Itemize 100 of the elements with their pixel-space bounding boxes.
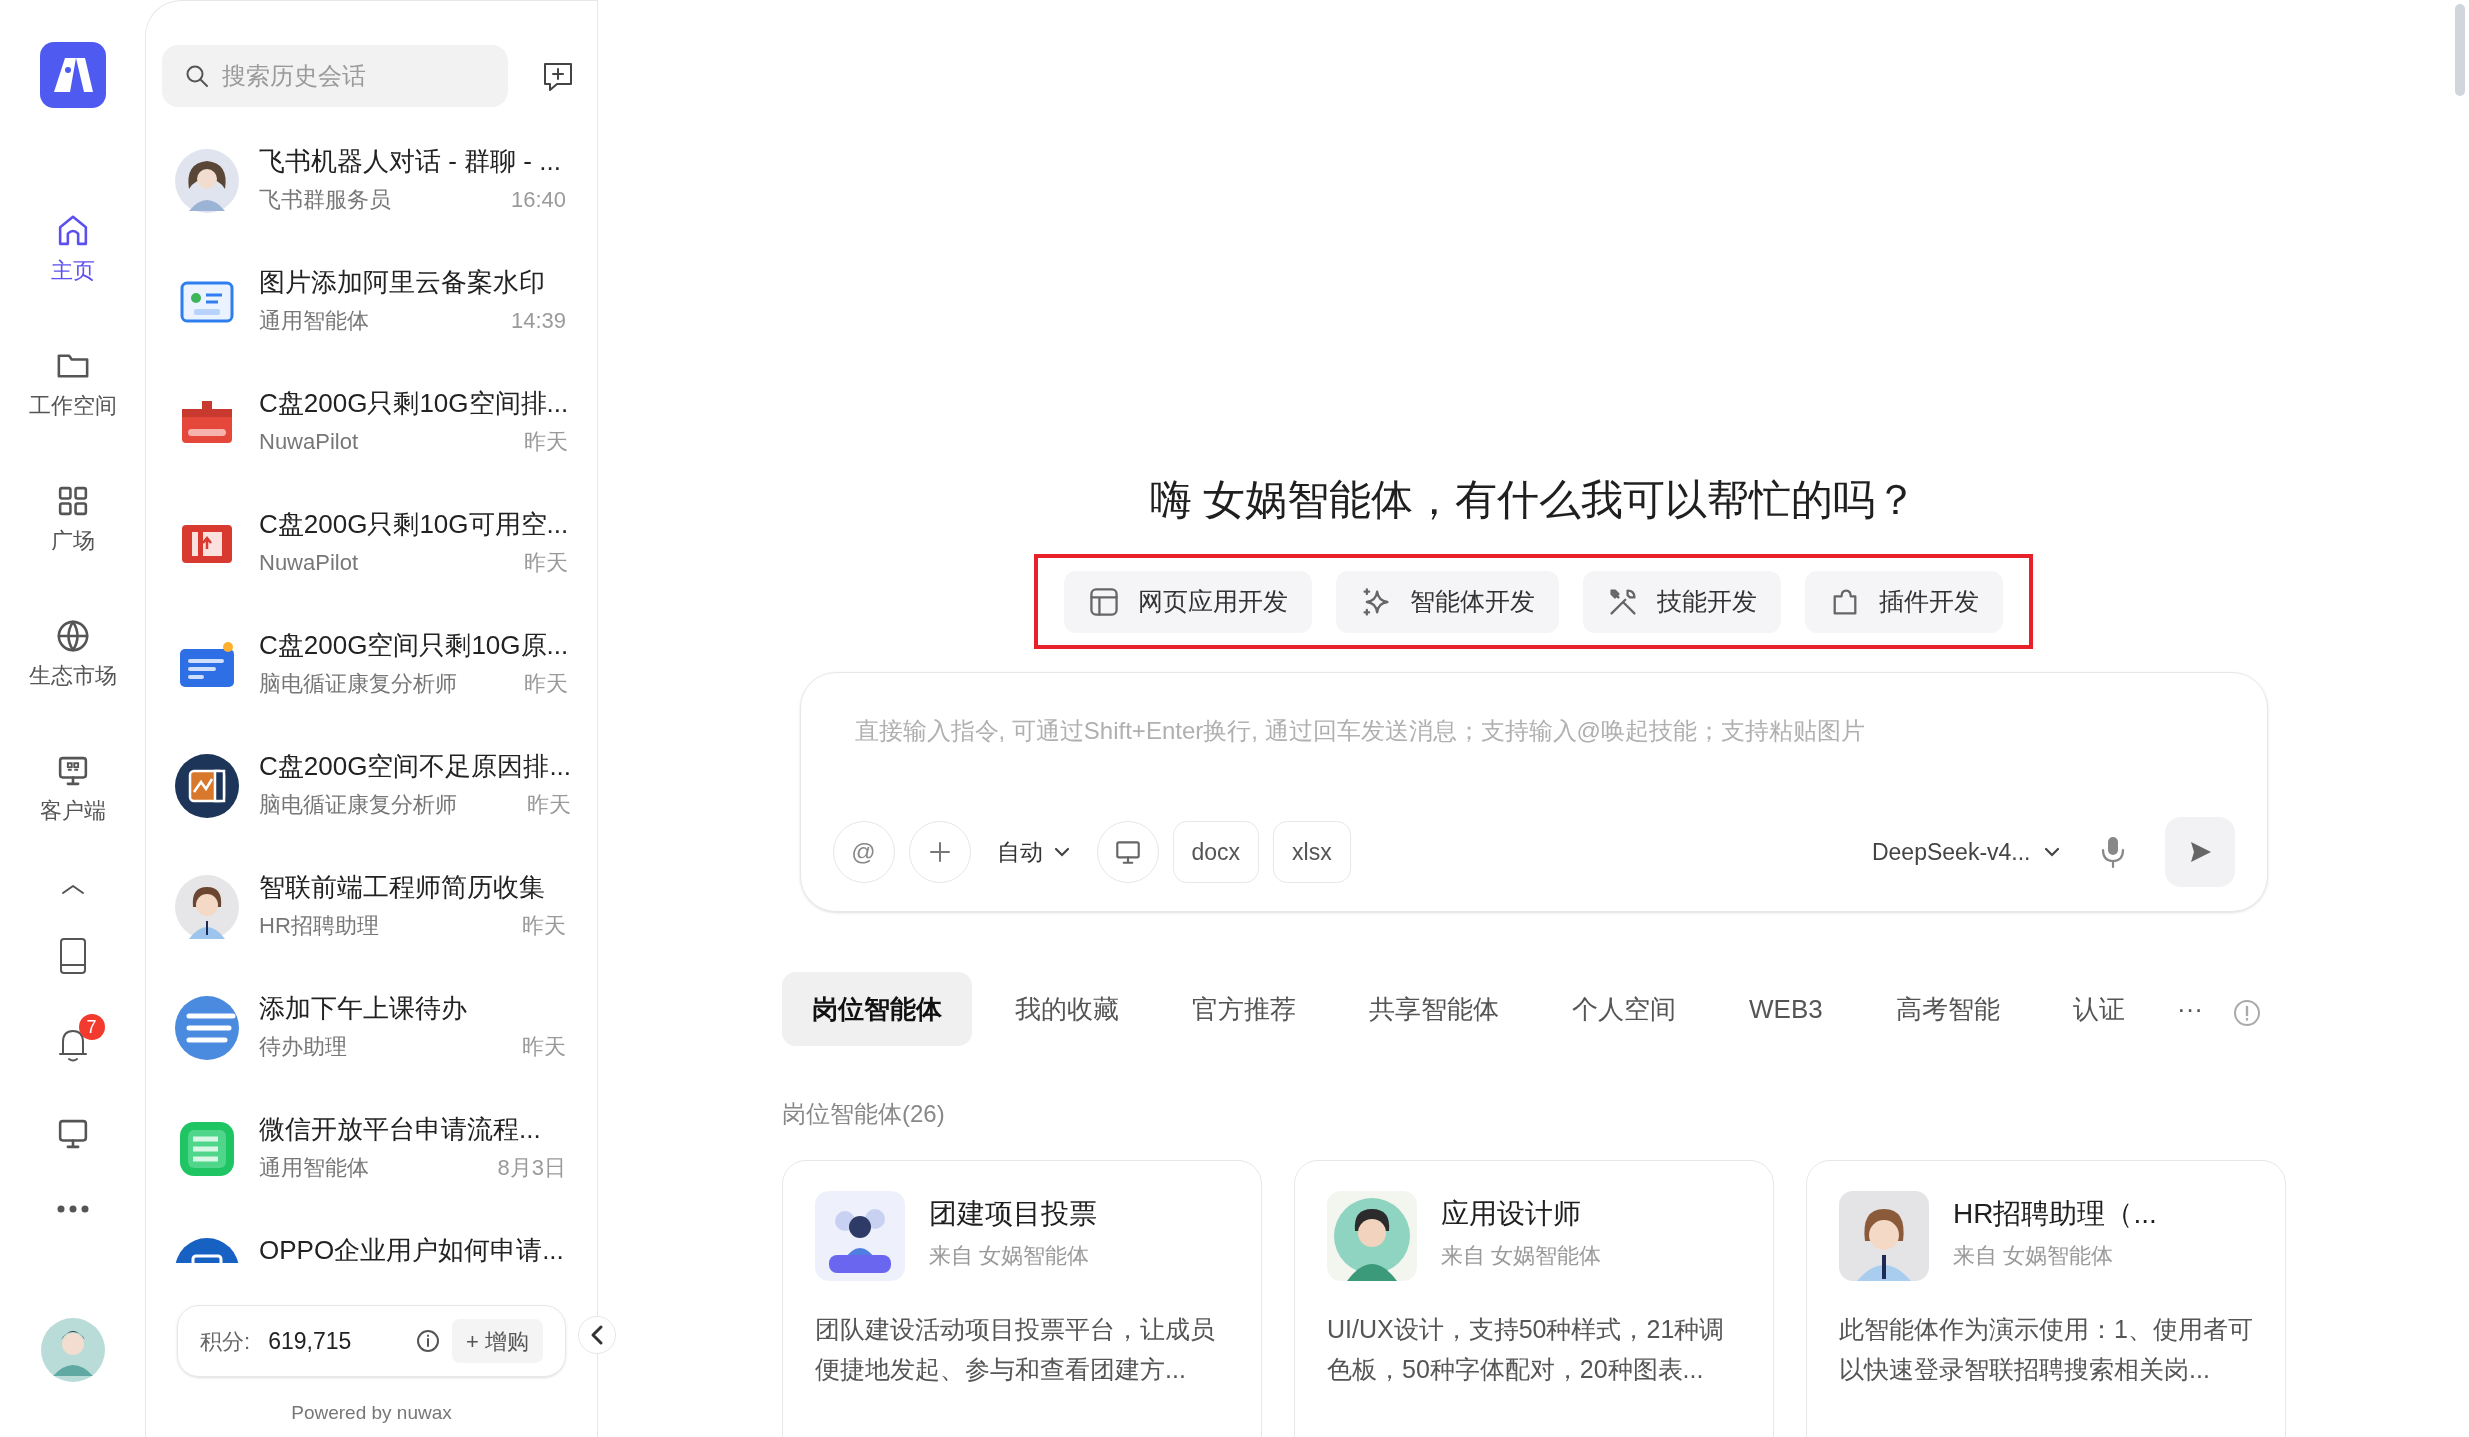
chat-title: C盘200G空间不足原因排... <box>259 750 572 783</box>
model-dropdown[interactable]: DeepSeek-v4... <box>1871 834 2061 870</box>
history-item[interactable]: 图片添加阿里云备案水印 通用智能体 14:39 <box>146 242 597 363</box>
quick-action-button[interactable]: 插件开发 <box>1805 570 2003 633</box>
history-item[interactable]: 微信开放平台申请流程... 通用智能体 8月3日 <box>146 1089 597 1210</box>
agent-card[interactable]: 应用设计师 来自 女娲智能体 UI/UX设计，支持50种样式，21种调色板，50种字体配对，20种图表... <box>1294 1160 1774 1437</box>
agent-source: 来自 女娲智能体 <box>1441 1242 1602 1270</box>
section-title: 岗位智能体(26) <box>782 1099 946 1129</box>
chat-time: 昨天 <box>522 1033 566 1061</box>
chat-time: 昨天 <box>524 549 569 577</box>
chat-time: 14:39 <box>510 307 566 335</box>
nav-item[interactable]: 生态市场 <box>12 586 133 721</box>
chat-title: C盘200G只剩10G可用空... <box>259 508 569 541</box>
chat-time: 昨天 <box>524 670 569 698</box>
category-tab[interactable]: 认证 <box>2042 972 2155 1046</box>
file-type-chip[interactable]: xlsx <box>1273 821 1351 883</box>
layout-icon <box>1088 585 1120 618</box>
chat-title: 智联前端工程师简历收集 <box>259 871 546 904</box>
chat-title: 图片添加阿里云备案水印 <box>259 266 546 299</box>
agent-name: 通用智能体 <box>259 307 369 335</box>
chat-time: 昨天 <box>522 912 566 940</box>
category-tab[interactable]: 高考智能 <box>1865 972 2030 1046</box>
history-item[interactable]: C盘200G空间不足原因排... 脑电循证康复分析师 昨天 <box>146 726 597 847</box>
file-type-chip[interactable]: docx <box>1172 821 1260 883</box>
chart-icon <box>175 754 239 818</box>
chat-title: C盘200G只剩10G空间排... <box>259 387 569 420</box>
category-tab[interactable]: 岗位智能体 <box>782 972 972 1046</box>
agent-name: 脑电循证康复分析师 <box>259 791 457 819</box>
category-tab[interactable]: 个人空间 <box>1542 972 1706 1046</box>
agent-source: 来自 女娲智能体 <box>1953 1242 2115 1270</box>
card-icon <box>180 523 234 565</box>
avatar-icon <box>175 875 239 939</box>
nav-item[interactable]: 广场 <box>12 451 133 586</box>
avatar-icon[interactable] <box>40 1318 105 1382</box>
chat-title: C盘200G空间只剩10G原... <box>259 629 569 662</box>
id-card-icon <box>180 281 234 323</box>
agent-name: NuwaPilot <box>259 549 359 577</box>
chevron-down-icon <box>1052 846 1071 858</box>
notification-badge: 7 <box>78 1014 105 1040</box>
history-item[interactable]: 智联前端工程师简历收集 HR招聘助理 昨天 <box>146 847 597 968</box>
agent-name: 通用智能体 <box>259 1154 369 1182</box>
chat-time: 昨天 <box>524 428 569 456</box>
greeting-heading: 嗨 女娲智能体，有什么我可以帮忙的吗？ <box>1149 475 1918 525</box>
agent-title: HR招聘助理（... <box>1953 1197 2157 1231</box>
more-tabs-button[interactable]: ··· <box>2177 989 2203 1029</box>
history-item[interactable]: C盘200G只剩10G空间排... NuwaPilot 昨天 <box>146 363 597 484</box>
points-value: 619,715 <box>268 1326 352 1356</box>
message-input[interactable]: 直接输入指令, 可通过Shift+Enter换行, 通过回车发送消息；支持输入@唤起技能；支持粘贴图片 <box>854 713 2235 773</box>
agent-description: 此智能体作为演示使用：1、使用者可以快速登录智联招聘搜索相关岗... <box>1839 1314 2254 1385</box>
mode-dropdown[interactable]: 自动 <box>984 821 1083 883</box>
list-icon <box>175 996 239 1060</box>
avatar-icon <box>175 149 239 213</box>
search-icon <box>184 63 210 89</box>
history-item[interactable]: 添加下午上课待办 待办助理 昨天 <box>146 968 597 1089</box>
agent-card[interactable]: 团建项目投票 来自 女娲智能体 团队建设活动项目投票平台，让成员便捷地发起、参与和查看团建方... <box>782 1160 1262 1437</box>
history-item[interactable]: OPPO企业用户如何申请... <box>146 1210 597 1263</box>
category-tab[interactable]: 我的收藏 <box>985 972 1149 1046</box>
buy-button[interactable]: + 增购 <box>452 1319 543 1363</box>
agent-title: 应用设计师 <box>1441 1197 1582 1231</box>
agent-name: HR招聘助理 <box>259 912 379 940</box>
chat-time: 16:40 <box>510 186 566 214</box>
quick-action-button[interactable]: 技能开发 <box>1583 570 1781 633</box>
chat-title: 添加下午上课待办 <box>259 992 468 1025</box>
chat-time: 8月3日 <box>497 1154 566 1182</box>
agent-source: 来自 女娲智能体 <box>929 1242 1091 1270</box>
nav-item[interactable]: 工作空间 <box>12 316 133 451</box>
nav-item[interactable]: 主页 <box>12 181 133 316</box>
quick-action-button[interactable]: 智能体开发 <box>1336 570 1559 633</box>
search-field[interactable]: 搜索历史会话 <box>162 45 508 107</box>
agent-name: 飞书群服务员 <box>259 186 391 214</box>
agent-name: 脑电循证康复分析师 <box>259 670 457 698</box>
more-icon[interactable] <box>55 1204 90 1214</box>
quick-action-button[interactable]: 网页应用开发 <box>1064 570 1312 633</box>
agent-name: NuwaPilot <box>259 428 359 456</box>
send-button[interactable] <box>2164 817 2235 887</box>
agent-description: UI/UX设计，支持50种样式，21种调色板，50种字体配对，20种图表... <box>1327 1314 1726 1385</box>
nav-item[interactable]: 客户端 <box>12 721 133 856</box>
history-item[interactable]: C盘200G只剩10G可用空... NuwaPilot 昨天 <box>146 484 597 605</box>
category-tab[interactable]: 官方推荐 <box>1162 972 1326 1046</box>
agent-name: 待办助理 <box>259 1033 347 1061</box>
document-icon <box>178 641 236 689</box>
category-tab[interactable]: 共享智能体 <box>1339 972 1529 1046</box>
history-item[interactable]: 飞书机器人对话 - 群聊 - ... 飞书群服务员 16:40 <box>146 121 597 242</box>
logo-icon[interactable] <box>39 42 106 108</box>
chat-title: 飞书机器人对话 - 群聊 - ... <box>259 145 562 178</box>
chat-title: 微信开放平台申请流程... <box>259 1113 542 1146</box>
agent-card[interactable]: HR招聘助理（... 来自 女娲智能体 此智能体作为演示使用：1、使用者可以快速登录智联招聘搜索相关岗... <box>1806 1160 2286 1437</box>
agent-title: 团建项目投票 <box>929 1197 1097 1231</box>
agent-description: 团队建设活动项目投票平台，让成员便捷地发起、参与和查看团建方... <box>815 1314 1216 1385</box>
chat-title: OPPO企业用户如何申请... <box>259 1234 565 1263</box>
history-item[interactable]: C盘200G空间只剩10G原... 脑电循证康复分析师 昨天 <box>146 605 597 726</box>
category-tab[interactable]: WEB3 <box>1719 972 1853 1046</box>
collapse-button[interactable] <box>578 1316 616 1354</box>
scrollbar-thumb[interactable] <box>2455 4 2465 96</box>
info-icon[interactable] <box>416 1329 441 1353</box>
list-icon <box>178 1120 236 1178</box>
powered-by-text: Powered by nuwax <box>290 1401 453 1425</box>
points-label: 积分: <box>200 1327 251 1356</box>
chevron-down-icon <box>2042 846 2061 858</box>
chat-time: 昨天 <box>527 791 572 819</box>
